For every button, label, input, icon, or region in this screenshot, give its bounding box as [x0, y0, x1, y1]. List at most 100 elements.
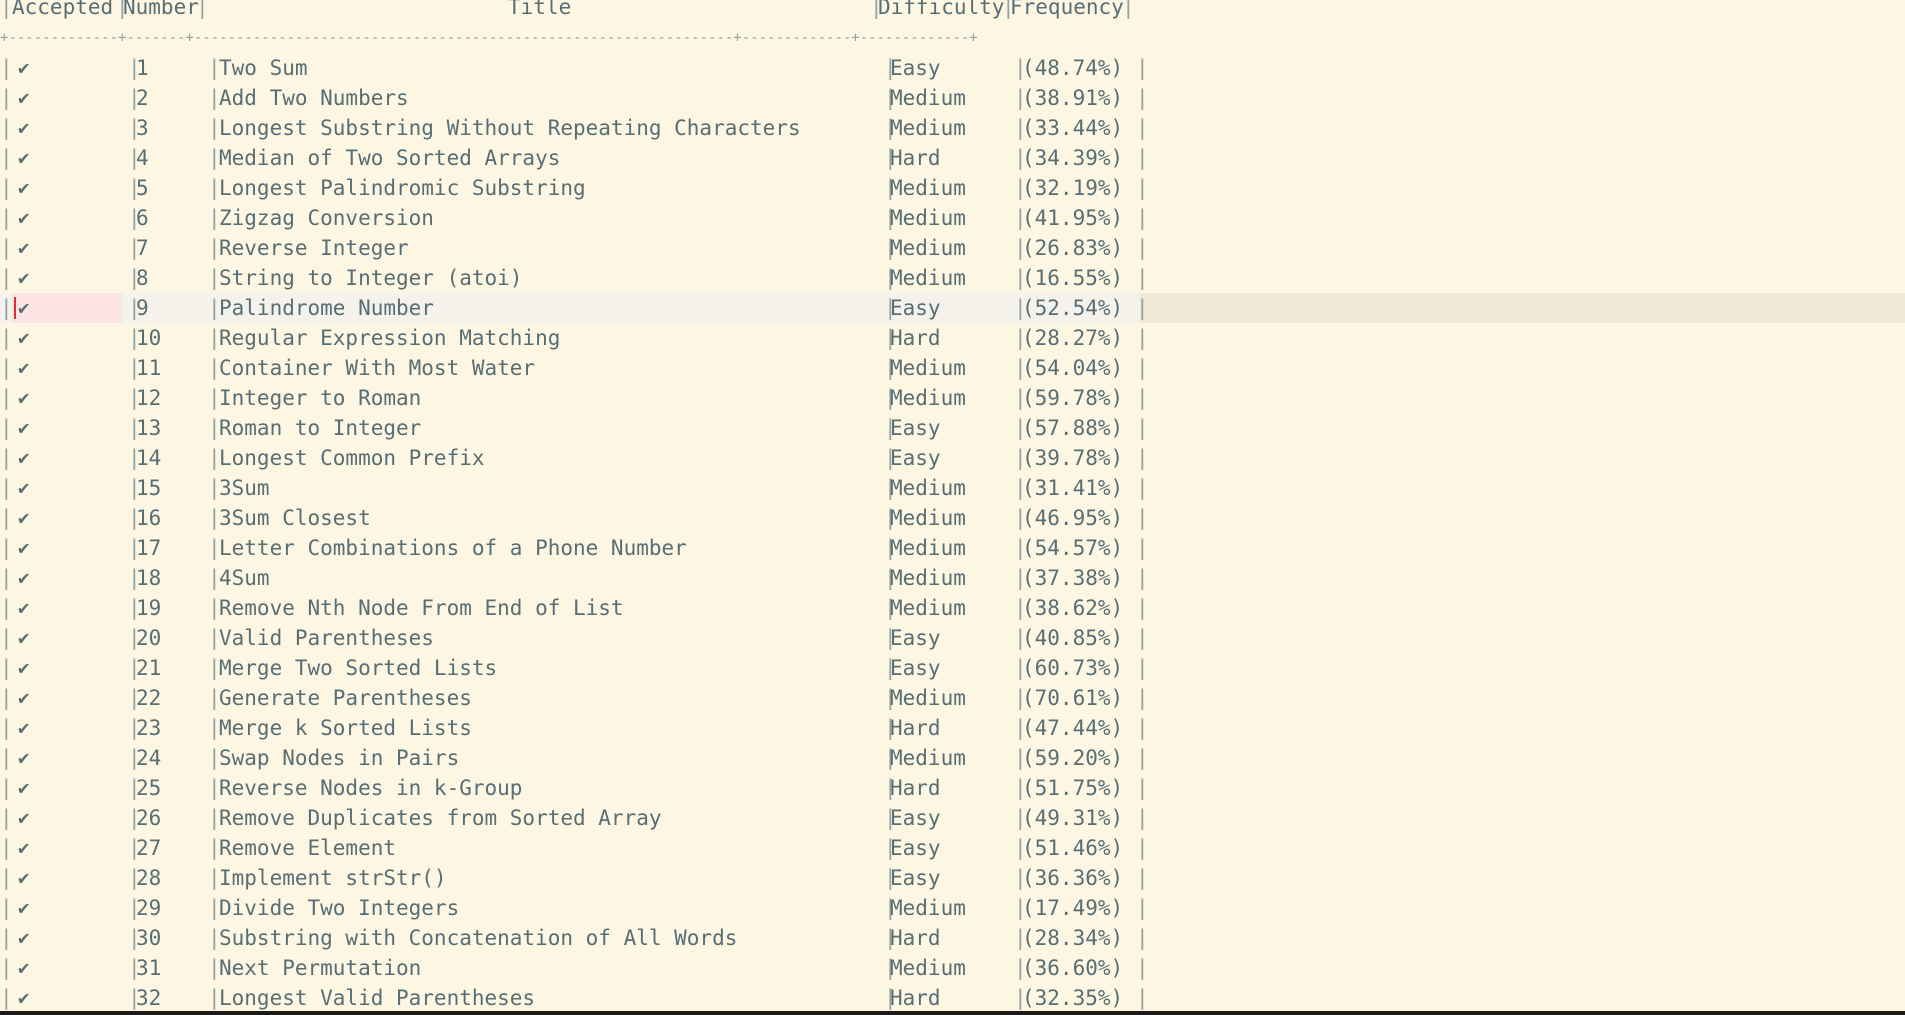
problem-frequency: (34.39%) [1022, 146, 1124, 170]
problem-title: Two Sum [219, 56, 308, 80]
problem-difficulty: Medium [890, 746, 966, 770]
table-row[interactable]: ✔ 14 Longest Common Prefix Easy (39.78%) [0, 443, 1905, 473]
problem-frequency: (32.19%) [1022, 176, 1124, 200]
table-row[interactable]: ✔ 26 Remove Duplicates from Sorted Array Ea… [0, 803, 1905, 833]
table-row[interactable]: ✔ 19 Remove Nth Node From End of List Mediu… [0, 593, 1905, 623]
problem-difficulty: Easy [890, 56, 941, 80]
table-row[interactable]: ✔ 31 Next Permutation Medium (36.60%) [0, 953, 1905, 983]
problem-frequency: (36.36%) [1022, 866, 1124, 890]
problem-title: 3Sum [219, 476, 270, 500]
problem-title: Swap Nodes in Pairs [219, 746, 460, 770]
table-row[interactable]: ✔ 5 Longest Palindromic Substring Medium (32… [0, 173, 1905, 203]
column-separator [0, 953, 10, 983]
column-separator [208, 983, 218, 1011]
column-separator [1136, 533, 1146, 563]
table-row[interactable]: ✔ 9 Palindrome Number Easy (52.54%) [0, 293, 1905, 323]
column-separator [0, 623, 10, 653]
table-row[interactable]: ✔ 21 Merge Two Sorted Lists Easy (60.73%) [0, 653, 1905, 683]
table-row[interactable]: ✔ 30 Substring with Concatenation of All W… [0, 923, 1905, 953]
problem-title: Remove Nth Node From End of List [219, 596, 624, 620]
column-separator [208, 323, 218, 353]
problem-number: 7 [136, 236, 149, 260]
problem-title: Generate Parentheses [219, 686, 472, 710]
problem-difficulty: Medium [890, 566, 966, 590]
column-separator [1136, 683, 1146, 713]
problem-difficulty: Hard [890, 776, 941, 800]
problem-difficulty: Medium [890, 476, 966, 500]
problem-frequency: (16.55%) [1022, 266, 1124, 290]
problem-number: 29 [136, 896, 162, 920]
column-separator [0, 203, 10, 233]
table-row[interactable]: ✔ 23 Merge k Sorted Lists Hard (47.44%) [0, 713, 1905, 743]
table-row[interactable]: ✔ 24 Swap Nodes in Pairs Medium (59.20%) [0, 743, 1905, 773]
table-row[interactable]: ✔ 10 Regular Expression Matching Hard (28.27… [0, 323, 1905, 353]
table-row[interactable]: ✔ 1 Two Sum Easy (48.74%) [0, 53, 1905, 83]
problem-difficulty: Medium [890, 266, 966, 290]
column-separator [1136, 233, 1146, 263]
accepted-check-icon: ✔ [18, 657, 30, 679]
column-separator [1136, 323, 1146, 353]
column-separator [0, 113, 10, 143]
column-separator [1136, 833, 1146, 863]
column-separator [208, 593, 218, 623]
accepted-check-icon: ✔ [18, 297, 30, 319]
problem-difficulty: Medium [890, 86, 966, 110]
column-separator [1136, 143, 1146, 173]
table-row[interactable]: ✔ 17 Letter Combinations of a Phone Number… [0, 533, 1905, 563]
problem-title: Remove Element [219, 836, 397, 860]
problem-number: 15 [136, 476, 162, 500]
column-separator [0, 263, 10, 293]
table-row[interactable]: ✔ 28 Implement strStr() Easy (36.36%) [0, 863, 1905, 893]
column-separator [1122, 0, 1132, 22]
problem-frequency: (47.44%) [1022, 716, 1124, 740]
column-separator [208, 503, 218, 533]
problem-number: 2 [136, 86, 149, 110]
header-title[interactable]: Title [508, 0, 571, 22]
column-separator [0, 383, 10, 413]
table-row[interactable]: ✔ 7 Reverse Integer Medium (26.83%) [0, 233, 1905, 263]
column-separator [1136, 503, 1146, 533]
table-row[interactable]: ✔ 6 Zigzag Conversion Medium (41.95%) [0, 203, 1905, 233]
problem-frequency: (40.85%) [1022, 626, 1124, 650]
table-row[interactable]: ✔ 25 Reverse Nodes in k-Group Hard (51.75%) [0, 773, 1905, 803]
table-row[interactable]: ✔ 12 Integer to Roman Medium (59.78%) [0, 383, 1905, 413]
table-row[interactable]: ✔ 27 Remove Element Easy (51.46%) [0, 833, 1905, 863]
table-row[interactable]: ✔ 29 Divide Two Integers Medium (17.49%) [0, 893, 1905, 923]
column-separator [0, 353, 10, 383]
problem-title: Median of Two Sorted Arrays [219, 146, 561, 170]
table-row[interactable]: ✔ 22 Generate Parentheses Medium (70.61%) [0, 683, 1905, 713]
table-row[interactable]: ✔ 32 Longest Valid Parentheses Hard (32.35%) [0, 983, 1905, 1011]
problem-title: Substring with Concatenation of All Word… [219, 926, 738, 950]
accepted-check-icon: ✔ [18, 57, 30, 79]
problem-difficulty: Medium [890, 686, 966, 710]
table-row[interactable]: ✔ 11 Container With Most Water Medium (54.04… [0, 353, 1905, 383]
header-number[interactable]: Number [123, 0, 199, 22]
problem-number: 11 [136, 356, 162, 380]
problem-title: Merge k Sorted Lists [219, 716, 472, 740]
table-row[interactable]: ✔ 2 Add Two Numbers Medium (38.91%) [0, 83, 1905, 113]
table-row[interactable]: ✔ 8 String to Integer (atoi) Medium (16.55%) [0, 263, 1905, 293]
problem-title: Next Permutation [219, 956, 422, 980]
line-highlight [0, 293, 1140, 323]
table-row[interactable]: ✔ 18 4Sum Medium (37.38%) [0, 563, 1905, 593]
table-row[interactable]: ✔ 3 Longest Substring Without Repeating Ch… [0, 113, 1905, 143]
header-difficulty[interactable]: Difficulty [878, 0, 1004, 22]
table-row[interactable]: ✔ 20 Valid Parentheses Easy (40.85%) [0, 623, 1905, 653]
table-row[interactable]: ✔ 15 3Sum Medium (31.41%) [0, 473, 1905, 503]
column-separator [1136, 953, 1146, 983]
problem-difficulty: Hard [890, 716, 941, 740]
header-divider: +-------------+-------+-----------------… [0, 30, 978, 46]
column-separator [0, 773, 10, 803]
header-frequency[interactable]: Frequency [1010, 0, 1124, 22]
problem-difficulty: Hard [890, 926, 941, 950]
table-row[interactable]: ✔ 16 3Sum Closest Medium (46.95%) [0, 503, 1905, 533]
column-separator [208, 383, 218, 413]
header-accepted[interactable]: Accepted [12, 0, 113, 22]
column-separator [208, 473, 218, 503]
column-separator [208, 443, 218, 473]
problem-difficulty: Hard [890, 146, 941, 170]
table-row[interactable]: ✔ 4 Median of Two Sorted Arrays Hard (34.39%… [0, 143, 1905, 173]
problem-number: 19 [136, 596, 162, 620]
accepted-check-icon: ✔ [18, 237, 30, 259]
table-row[interactable]: ✔ 13 Roman to Integer Easy (57.88%) [0, 413, 1905, 443]
